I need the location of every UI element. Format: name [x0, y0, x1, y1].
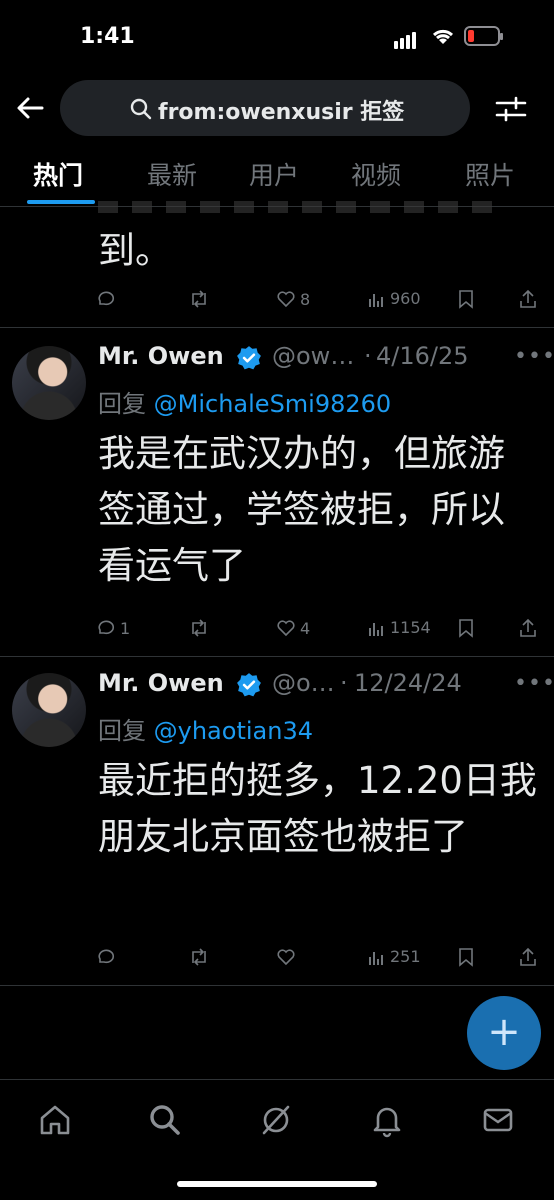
reply-icon: [98, 949, 115, 964]
tweet-body: 到。: [98, 229, 172, 272]
views-button[interactable]: 1154: [368, 618, 431, 637]
bookmark-button[interactable]: [458, 947, 474, 967]
battery-level: [468, 30, 474, 42]
bookmark-icon: [459, 290, 473, 309]
reply-button[interactable]: [96, 289, 120, 309]
separator-dot: ·: [364, 342, 372, 370]
views-chart-icon: [369, 293, 383, 307]
wifi-icon: [432, 29, 454, 44]
search-icon[interactable]: [147, 1102, 183, 1138]
tweet-item[interactable]: 到。 8 960: [0, 201, 554, 328]
search-field[interactable]: from:owenxusir 拒签: [60, 80, 470, 136]
like-button[interactable]: [276, 947, 300, 967]
tab-top[interactable]: 热门: [33, 156, 83, 192]
tweet-actions: 1 4 1154: [96, 618, 546, 644]
bookmark-icon: [459, 948, 473, 967]
retweet-icon: [192, 290, 206, 308]
reply-prefix: 回复: [98, 390, 146, 418]
filter-settings-icon[interactable]: [494, 92, 528, 126]
home-icon[interactable]: [37, 1102, 73, 1138]
tweet-body: 我是在武汉办的，但旅游签通过，学签被拒，所以看运气了: [98, 432, 505, 587]
retweet-icon: [192, 948, 206, 966]
share-button[interactable]: [518, 947, 538, 967]
share-button[interactable]: [518, 289, 538, 309]
search-tabs: 热门 最新 用户 视频 照片: [0, 150, 554, 207]
separator-dot: ·: [340, 669, 348, 697]
view-count: 960: [390, 289, 421, 308]
view-count: 251: [390, 947, 421, 966]
share-icon: [520, 947, 536, 966]
tweet-date[interactable]: 12/24/24: [354, 669, 462, 697]
cellular-signal-icon: [394, 30, 418, 49]
avatar[interactable]: [12, 673, 86, 747]
avatar[interactable]: [12, 346, 86, 420]
share-icon: [520, 289, 536, 308]
active-tab-indicator: [27, 200, 95, 204]
grok-icon[interactable]: [258, 1102, 294, 1138]
verified-badge-icon: [237, 673, 261, 697]
mention-link[interactable]: @MichaleSmi98260: [154, 390, 392, 418]
back-arrow-icon[interactable]: [14, 92, 46, 124]
clipped-text-fragment: [98, 201, 498, 213]
battery-icon: [464, 26, 503, 46]
view-count: 1154: [390, 618, 431, 637]
display-name[interactable]: Mr. Owen: [98, 342, 224, 370]
more-options-icon[interactable]: •••: [514, 671, 554, 696]
display-name[interactable]: Mr. Owen: [98, 669, 224, 697]
notifications-bell-icon[interactable]: [369, 1102, 405, 1138]
views-button[interactable]: 960: [368, 289, 421, 308]
more-options-icon[interactable]: •••: [514, 344, 554, 369]
heart-icon: [277, 291, 295, 308]
tweet-date[interactable]: 4/16/25: [376, 342, 469, 370]
heart-icon: [277, 949, 295, 966]
bookmark-button[interactable]: [458, 289, 474, 309]
reply-context: 回复 @MichaleSmi98260: [98, 384, 391, 419]
tweet-actions: 251: [96, 947, 546, 973]
user-handle[interactable]: @o…: [272, 669, 335, 697]
reply-icon: [98, 620, 115, 635]
tab-photos[interactable]: 照片: [465, 156, 515, 192]
views-chart-icon: [369, 622, 383, 636]
tab-videos[interactable]: 视频: [351, 156, 401, 192]
tab-latest[interactable]: 最新: [147, 156, 197, 192]
reply-context: 回复 @yhaotian34: [98, 711, 313, 746]
tweet-item[interactable]: Mr. Owen @o… · 12/24/24 ••• 回复 @yhaotian…: [0, 657, 554, 986]
retweet-icon: [192, 619, 206, 637]
bookmark-icon: [459, 619, 473, 638]
status-bar: 1:41: [0, 0, 554, 70]
reply-button[interactable]: [96, 947, 120, 967]
messages-mail-icon[interactable]: [480, 1102, 516, 1138]
tab-people[interactable]: 用户: [249, 156, 299, 192]
verified-badge-icon: [237, 346, 261, 370]
tweet-body: 最近拒的挺多，12.20日我朋友北京面签也被拒了: [98, 759, 537, 858]
reply-button[interactable]: 1: [96, 618, 130, 638]
retweet-button[interactable]: [188, 289, 210, 309]
retweet-button[interactable]: [188, 947, 210, 967]
reply-count: 1: [120, 618, 131, 638]
share-button[interactable]: [518, 618, 538, 638]
retweet-button[interactable]: [188, 618, 210, 638]
compose-post-button[interactable]: +: [467, 996, 541, 1070]
search-query[interactable]: from:owenxusir 拒签: [158, 94, 404, 126]
views-chart-icon: [369, 951, 383, 965]
reply-prefix: 回复: [98, 717, 146, 745]
like-button[interactable]: 4: [276, 618, 310, 638]
compose-plus-icon: +: [487, 1009, 521, 1055]
user-handle[interactable]: @ow…: [272, 342, 354, 370]
status-time: 1:41: [80, 24, 135, 49]
mention-link[interactable]: @yhaotian34: [154, 717, 313, 745]
like-button[interactable]: 8: [276, 289, 310, 309]
tweet-item[interactable]: Mr. Owen @ow… · 4/16/25 ••• 回复 @MichaleS…: [0, 328, 554, 657]
like-count: 4: [300, 618, 311, 638]
home-indicator: [177, 1181, 377, 1187]
heart-icon: [277, 620, 295, 637]
reply-icon: [98, 291, 115, 306]
bookmark-button[interactable]: [458, 618, 474, 638]
tweet-actions: 8 960: [96, 289, 546, 315]
search-icon: [130, 98, 152, 120]
like-count: 8: [300, 289, 311, 309]
share-icon: [520, 618, 536, 637]
views-button[interactable]: 251: [368, 947, 421, 966]
